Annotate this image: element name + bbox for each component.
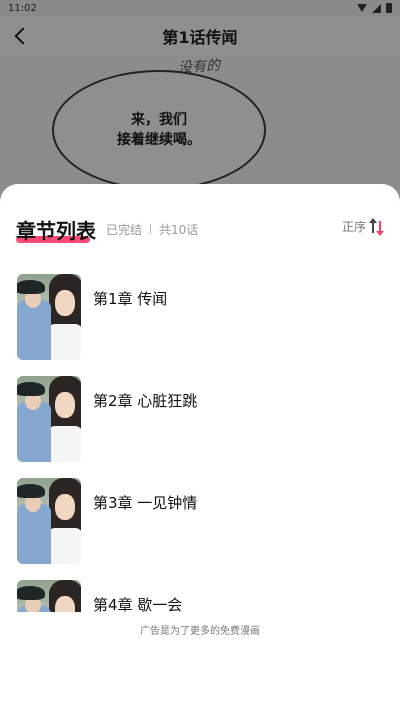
chapter-title: 第3章 一见钟情 — [93, 494, 198, 512]
chevron-left-icon[interactable] — [10, 24, 34, 48]
chapter-title: 第4章 歇一会 — [93, 596, 183, 612]
sheet-meta: 已完结 共10话 — [106, 221, 198, 238]
completion-status: 已完结 — [106, 222, 143, 237]
sheet-header: 章节列表 已完结 共10话 正序 — [16, 214, 384, 244]
chapter-item[interactable]: 第2章 心脏狂跳 — [0, 376, 400, 478]
chapter-thumbnail — [17, 478, 81, 564]
chapter-list: 第1章 传闻 第2章 心脏狂跳 第3章 一见钟情 第4章 歇一会 — [0, 274, 400, 612]
chapter-thumbnail — [17, 274, 81, 360]
signal-icon — [372, 3, 381, 13]
chapter-thumbnail — [17, 580, 81, 612]
top-bar: 第1话传闻 — [0, 16, 400, 56]
system-icons — [357, 3, 392, 13]
page-title: 第1话传闻 — [162, 28, 238, 47]
sheet-title: 章节列表 — [16, 215, 96, 244]
speech-bubble: 来，我们 接着继续喝。 — [52, 70, 266, 190]
meta-divider — [150, 224, 152, 234]
chapter-item[interactable]: 第1章 传闻 — [0, 274, 400, 376]
battery-icon — [386, 3, 392, 13]
wifi-icon — [357, 4, 367, 12]
sort-label: 正序 — [341, 220, 366, 234]
chapter-title: 第1章 传闻 — [93, 290, 168, 308]
chapter-count: 共10话 — [159, 222, 199, 237]
chapter-item[interactable]: 第4章 歇一会 — [0, 580, 400, 612]
status-bar: 11:02 — [0, 0, 400, 16]
sort-icon — [369, 217, 384, 236]
chapter-title: 第2章 心脏狂跳 — [93, 392, 198, 410]
speech-line-2: 接着继续喝。 — [117, 132, 201, 148]
chapter-item[interactable]: 第3章 一见钟情 — [0, 478, 400, 580]
chapter-thumbnail — [17, 376, 81, 462]
speech-line-1: 来，我们 — [131, 112, 187, 128]
status-time: 11:02 — [8, 2, 37, 14]
chapter-sheet: 章节列表 已完结 共10话 正序 第1章 传闻 第2章 心脏狂跳 第3章 一见钟… — [0, 184, 400, 711]
ad-note: 广告是为了更多的免费漫画 — [140, 626, 260, 637]
comic-panel: 没有的 来，我们 接着继续喝。 — [0, 56, 400, 196]
sort-toggle[interactable]: 正序 — [341, 217, 384, 236]
